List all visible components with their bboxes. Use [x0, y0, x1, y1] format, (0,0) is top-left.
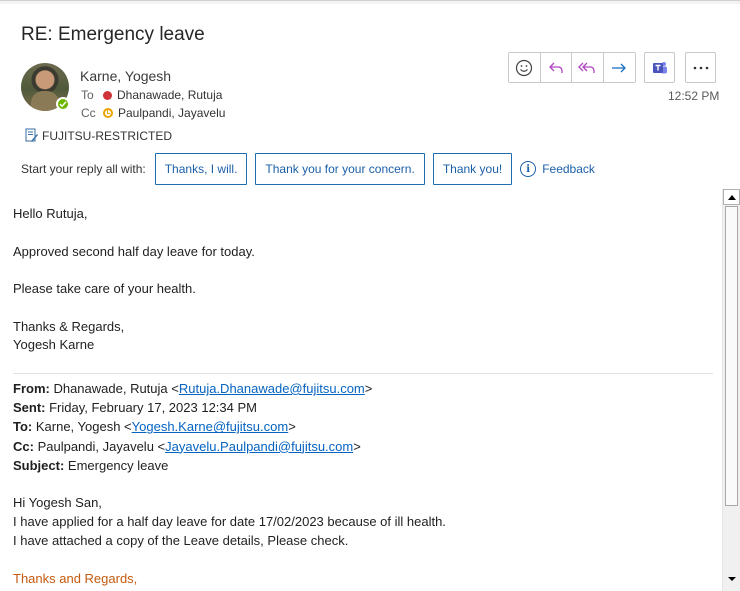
busy-status-icon	[103, 90, 112, 100]
quoted-line: I have attached a copy of the Leave deta…	[13, 533, 349, 549]
scroll-down-button[interactable]	[723, 577, 740, 591]
emoji-reaction-button[interactable]	[509, 53, 541, 82]
body-line: Please take care of your health.	[13, 281, 196, 296]
info-icon: i	[520, 161, 537, 177]
more-actions-button[interactable]	[685, 52, 716, 83]
to-label: To	[81, 88, 94, 102]
reply-all-icon	[578, 62, 595, 73]
forward-button[interactable]	[603, 53, 635, 82]
suggested-reply-button[interactable]: Thank you!	[432, 153, 513, 185]
quoted-separator	[13, 373, 713, 374]
classification-label[interactable]: FUJITSU-RESTRICTED	[25, 128, 172, 143]
body-signature: Yogesh Karne	[13, 337, 95, 352]
feedback-label: Feedback	[542, 162, 595, 176]
message-actions	[508, 52, 636, 83]
suggested-reply-prompt: Start your reply all with:	[21, 162, 146, 176]
quoted-to-row: To: Karne, Yogesh <Yogesh.Karne@fujitsu.…	[13, 419, 296, 435]
email-link[interactable]: Rutuja.Dhanawade@fujitsu.com	[179, 381, 365, 396]
quoted-subject-row: Subject: Emergency leave	[13, 457, 169, 473]
away-status-icon	[103, 108, 113, 118]
sender-name[interactable]: Karne, Yogesh	[80, 68, 171, 84]
scroll-down-arrow-icon	[727, 577, 736, 581]
available-status-icon	[56, 97, 70, 111]
teams-chat-button[interactable]	[644, 52, 675, 83]
window-top-border	[0, 0, 740, 4]
sensitivity-label-icon	[25, 128, 38, 142]
quoted-line: I have applied for a half day leave for …	[13, 514, 446, 530]
body-closing: Thanks & Regards,	[13, 318, 125, 334]
to-recipient[interactable]: Dhanawade, Rutuja	[117, 88, 222, 102]
cc-row: Cc Paulpandi, Jayavelu	[81, 106, 225, 120]
suggested-reply-button[interactable]: Thanks, I will.	[154, 153, 248, 185]
reply-icon	[548, 62, 563, 73]
quoted-from-row: From: Dhanawade, Rutuja <Rutuja.Dhanawad…	[13, 381, 373, 396]
scrollbar-thumb[interactable]	[725, 206, 738, 506]
received-time: 12:52 PM	[668, 89, 720, 103]
email-link[interactable]: Yogesh.Karne@fujitsu.com	[132, 419, 289, 434]
quoted-greeting: Hi Yogesh San,	[13, 495, 102, 510]
message-body: Hello Rutuja, Approved second half day l…	[13, 205, 713, 355]
body-line: Approved second half day leave for today…	[13, 243, 255, 259]
suggested-replies: Start your reply all with: Thanks, I wil…	[21, 153, 595, 185]
emoji-reaction-icon	[516, 59, 533, 76]
feedback-link[interactable]: i Feedback	[520, 161, 595, 177]
quoted-signoff: Thanks and Regards,	[13, 570, 138, 586]
quoted-header: From: Dhanawade, Rutuja <Rutuja.Dhanawad…	[13, 379, 713, 475]
vertical-scrollbar[interactable]	[722, 189, 740, 591]
teams-icon	[652, 61, 667, 73]
quoted-body: Hi Yogesh San, I have applied for a half…	[13, 493, 713, 588]
email-subject: RE: Emergency leave	[21, 24, 205, 45]
suggested-reply-button[interactable]: Thank you for your concern.	[255, 153, 425, 185]
reply-button[interactable]	[540, 53, 572, 82]
scroll-up-button[interactable]	[723, 189, 740, 205]
reply-all-button[interactable]	[572, 53, 604, 82]
classification-text: FUJITSU-RESTRICTED	[42, 128, 172, 143]
more-icon	[693, 66, 708, 69]
quoted-cc-row: Cc: Paulpandi, Jayavelu <Jayavelu.Paulpa…	[13, 438, 361, 454]
quoted-sent-row: Sent: Friday, February 17, 2023 12:34 PM	[13, 400, 257, 416]
cc-recipient[interactable]: Paulpandi, Jayavelu	[118, 106, 225, 120]
email-link[interactable]: Jayavelu.Paulpandi@fujitsu.com	[165, 439, 353, 454]
cc-label: Cc	[81, 106, 96, 120]
scroll-up-arrow-icon	[727, 194, 736, 200]
forward-icon	[612, 63, 627, 72]
body-greeting: Hello Rutuja,	[13, 206, 88, 221]
to-row: To Dhanawade, Rutuja	[81, 88, 222, 102]
